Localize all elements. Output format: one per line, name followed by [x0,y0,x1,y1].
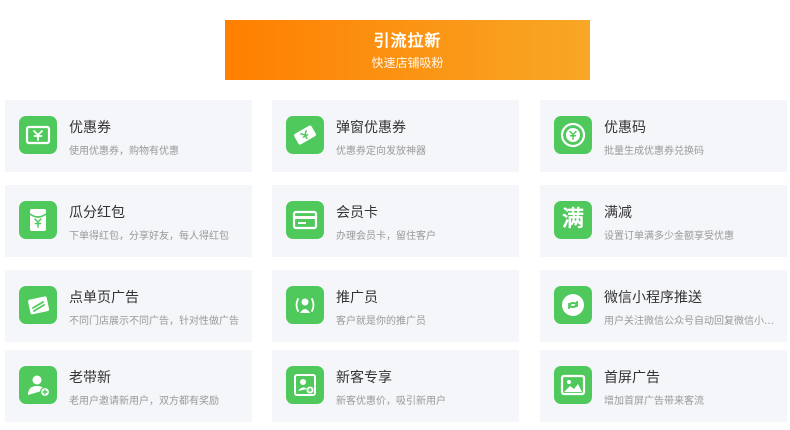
card-desc: 老用户邀请新用户，双方都有奖励 [69,396,219,407]
banner-subtitle: 快速店铺吸粉 [371,56,444,70]
card-desc: 用户关注微信公众号自动回复微信小程序 [604,316,782,327]
card-desc: 批量生成优惠券兑换码 [604,146,704,157]
card-popup-coupon[interactable]: 弹窗优惠券 优惠券定向发放神器 [272,100,519,172]
card-desc: 办理会员卡，留住客户 [336,231,436,242]
full-reduction-icon: 满 [554,201,592,239]
card-refer-friend[interactable]: 老带新 老用户邀请新用户，双方都有奖励 [5,350,252,422]
card-desc: 客户就是你的推广员 [336,316,426,327]
card-desc: 设置订单满多少金额享受优惠 [604,231,734,242]
card-promoter[interactable]: 推广员 客户就是你的推广员 [272,270,519,342]
banner-title: 引流拉新 [373,31,442,50]
card-splash-ad[interactable]: 首屏广告 增加首屏广告带来客流 [540,350,787,422]
card-title: 推广员 [336,290,378,306]
splash-ad-icon [554,366,592,404]
card-title: 点单页广告 [69,290,139,306]
refer-friend-icon [19,366,57,404]
full-reduction-glyph: 满 [561,207,584,232]
red-envelope-icon [19,201,57,239]
card-desc: 下单得红包，分享好友，每人得红包 [69,231,229,242]
card-desc: 新客优惠价，吸引新用户 [336,396,446,407]
card-title: 优惠券 [69,120,111,136]
promo-banner: 引流拉新 快速店铺吸粉 [225,20,590,80]
card-title: 瓜分红包 [69,205,125,221]
card-title: 微信小程序推送 [604,290,702,306]
card-title: 首屏广告 [604,370,660,386]
mini-program-icon [554,286,592,324]
card-title: 新客专享 [336,370,392,386]
card-member-card[interactable]: 会员卡 办理会员卡，留住客户 [272,185,519,257]
coupon-code-icon [554,116,592,154]
card-desc: 优惠券定向发放神器 [336,146,426,157]
card-title: 弹窗优惠券 [336,120,406,136]
card-desc: 使用优惠券，购物有优惠 [69,146,179,157]
card-title: 满减 [604,205,632,221]
card-coupon[interactable]: 优惠券 使用优惠券，购物有优惠 [5,100,252,172]
card-desc: 增加首屏广告带来客流 [604,396,704,407]
member-card-icon [286,201,324,239]
promoter-icon [286,286,324,324]
card-red-envelope[interactable]: 瓜分红包 下单得红包，分享好友，每人得红包 [5,185,252,257]
popup-coupon-icon [286,116,324,154]
card-title: 会员卡 [336,205,378,221]
card-coupon-code[interactable]: 优惠码 批量生成优惠券兑换码 [540,100,787,172]
new-customer-icon [286,366,324,404]
card-order-page-ad[interactable]: 点单页广告 不同门店展示不同广告，针对性做广告 [5,270,252,342]
card-title: 优惠码 [604,120,646,136]
coupon-yen-icon [19,116,57,154]
card-full-reduction[interactable]: 满 满减 设置订单满多少金额享受优惠 [540,185,787,257]
order-page-ad-icon [19,286,57,324]
card-title: 老带新 [69,370,111,386]
card-mini-program[interactable]: 微信小程序推送 用户关注微信公众号自动回复微信小程序 [540,270,787,342]
card-desc: 不同门店展示不同广告，针对性做广告 [69,316,239,327]
card-new-customer[interactable]: 新客专享 新客优惠价，吸引新用户 [272,350,519,422]
